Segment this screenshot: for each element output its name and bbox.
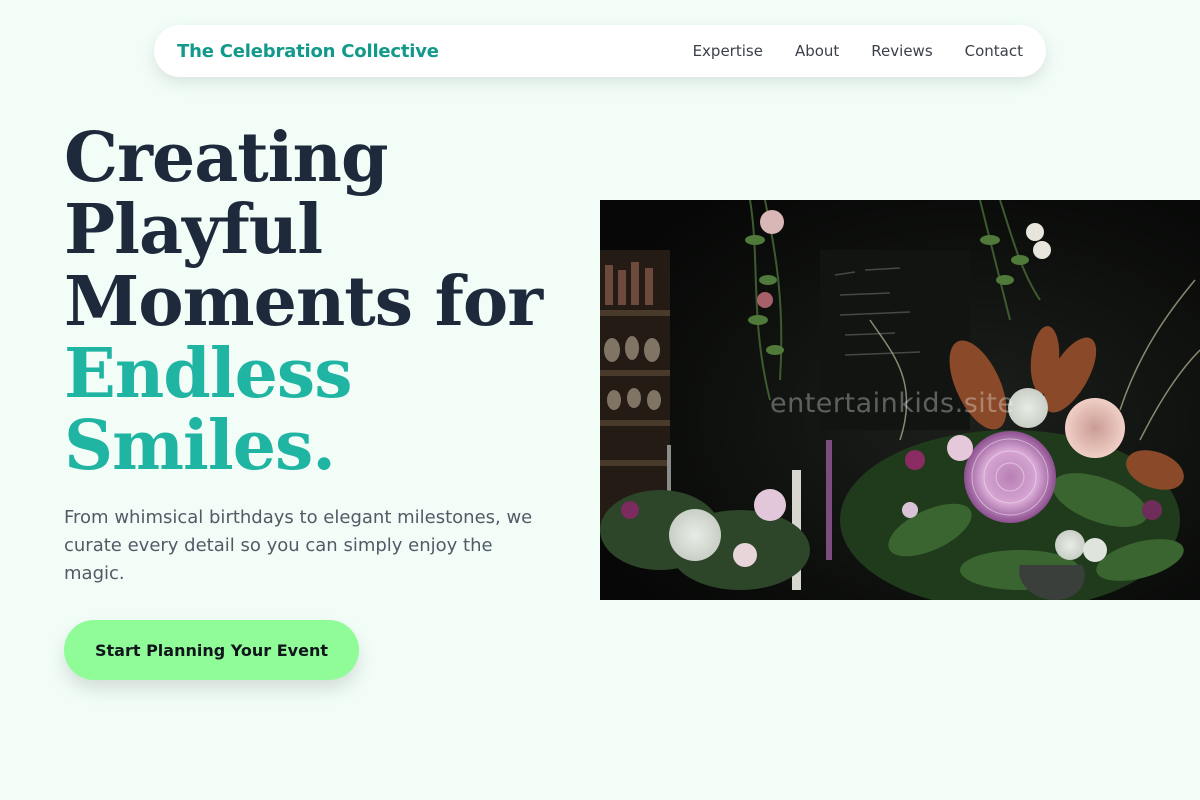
nav-link-expertise[interactable]: Expertise [693,42,763,60]
brand-logo-link[interactable]: The Celebration Collective [177,41,439,62]
headline-accent-line: Endless [64,334,352,414]
start-planning-button[interactable]: Start Planning Your Event [64,620,359,680]
nav-link-reviews[interactable]: Reviews [871,42,932,60]
hero-subtext: From whimsical birthdays to elegant mile… [64,507,533,584]
landing-page: The Celebration Collective Expertise Abo… [0,0,1200,800]
hero-floral-image: entertainkids.site [600,200,1200,600]
nav-link-contact[interactable]: Contact [965,42,1023,60]
headline-accent-line: Smiles. [64,406,336,486]
nav-links: Expertise About Reviews Contact [693,42,1023,60]
headline-line: Moments for [64,262,543,342]
hero-headline: Creating Playful Moments for Endless Smi… [64,122,584,482]
image-watermark: entertainkids.site [770,388,1015,419]
nav-link-about[interactable]: About [795,42,839,60]
headline-line: Creating [64,118,389,198]
headline-line: Playful [64,190,323,270]
top-navigation: The Celebration Collective Expertise Abo… [154,25,1046,77]
